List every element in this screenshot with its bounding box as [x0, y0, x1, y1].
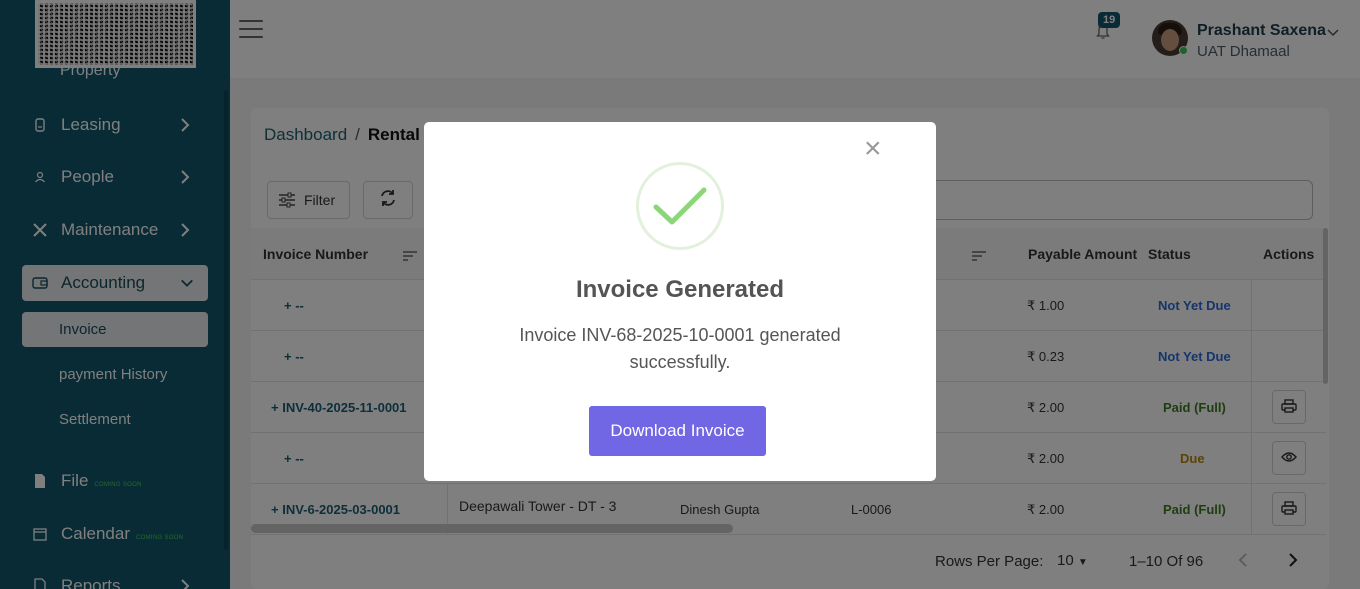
success-check-icon [636, 162, 724, 250]
download-invoice-button[interactable]: Download Invoice [589, 406, 766, 456]
dialog-title: Invoice Generated [575, 276, 785, 303]
invoice-generated-dialog: × Invoice Generated Invoice INV-68-2025-… [424, 122, 936, 481]
dialog-message: Invoice INV-68-2025-10-0001 generated su… [519, 325, 841, 372]
close-icon[interactable]: × [864, 134, 882, 164]
